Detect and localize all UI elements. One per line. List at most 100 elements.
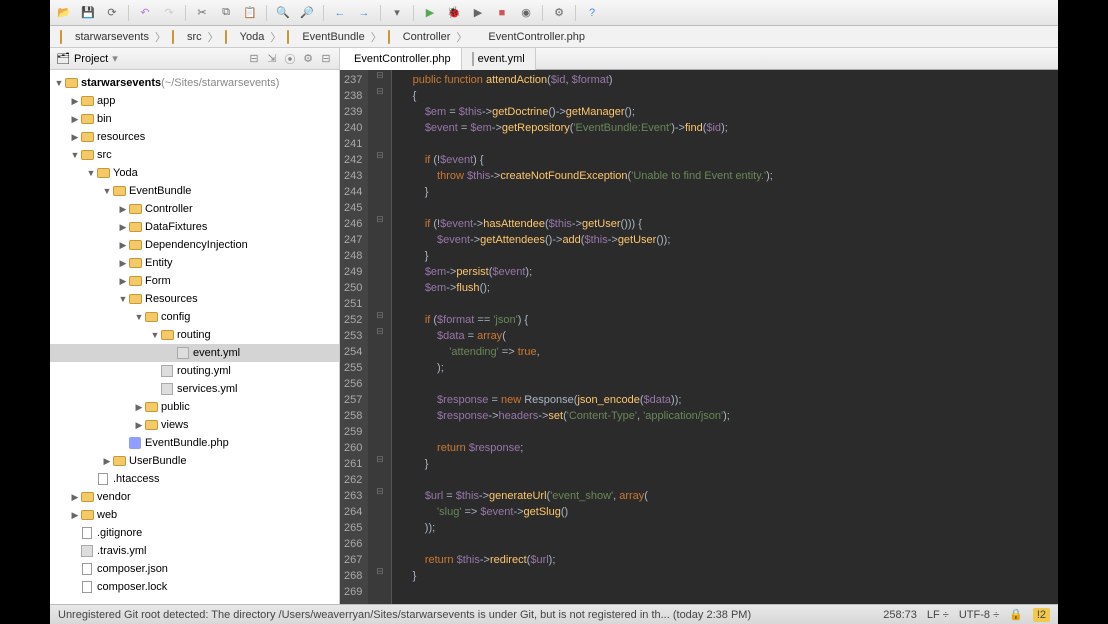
code-line[interactable]: $data = array( (400, 328, 1050, 344)
stop-icon[interactable]: ■ (494, 5, 510, 21)
tree-node[interactable]: ▶Entity (50, 254, 339, 272)
code-line[interactable]: $response = new Response(json_encode($da… (400, 392, 1050, 408)
code-line[interactable]: ); (400, 360, 1050, 376)
tree-node[interactable]: ▼EventBundle (50, 182, 339, 200)
run-icon[interactable]: ▶ (422, 5, 438, 21)
tree-node[interactable]: .gitignore (50, 524, 339, 542)
code-line[interactable]: throw $this->createNotFoundException('Un… (400, 168, 1050, 184)
replace-icon[interactable]: 🔎 (299, 5, 315, 21)
copy-icon[interactable]: ⧉ (218, 5, 234, 21)
fold-marker[interactable] (368, 358, 391, 374)
dropdown-icon[interactable]: ▾ (389, 5, 405, 21)
scroll-icon[interactable]: ⇲ (265, 52, 279, 66)
code-editor[interactable]: 2372382392402412422432442452462472482492… (340, 70, 1058, 604)
fold-marker[interactable]: ⊟ (368, 486, 391, 502)
tree-node[interactable]: ▼Resources (50, 290, 339, 308)
tree-node[interactable]: ▼src (50, 146, 339, 164)
fold-marker[interactable]: ⊟ (368, 310, 391, 326)
coverage-icon[interactable]: ▶ (470, 5, 486, 21)
help-icon[interactable]: ? (584, 5, 600, 21)
code-line[interactable]: )); (400, 520, 1050, 536)
fold-marker[interactable]: ⊟ (368, 214, 391, 230)
debug-icon[interactable]: 🐞 (446, 5, 462, 21)
fold-marker[interactable] (368, 550, 391, 566)
fold-marker[interactable] (368, 278, 391, 294)
code-line[interactable]: 'attending' => true, (400, 344, 1050, 360)
save-icon[interactable]: 💾 (80, 5, 96, 21)
tree-node[interactable]: services.yml (50, 380, 339, 398)
tree-root[interactable]: ▼starwarsevents (~/Sites/starwarsevents) (50, 74, 339, 92)
fold-marker[interactable] (368, 230, 391, 246)
tree-node[interactable]: ▶views (50, 416, 339, 434)
code-line[interactable]: } (400, 184, 1050, 200)
dropdown-icon[interactable]: ▾ (112, 52, 118, 65)
code-line[interactable] (400, 376, 1050, 392)
tree-node[interactable]: ▼routing (50, 326, 339, 344)
fold-gutter[interactable]: ⊟⊟⊟⊟⊟⊟⊟⊟⊟ (368, 70, 392, 604)
fold-marker[interactable] (368, 166, 391, 182)
code-line[interactable]: $response->headers->set('Content-Type', … (400, 408, 1050, 424)
code-line[interactable] (400, 200, 1050, 216)
code-line[interactable]: $event = $em->getRepository('EventBundle… (400, 120, 1050, 136)
fold-marker[interactable] (368, 182, 391, 198)
code-line[interactable]: $em = $this->getDoctrine()->getManager()… (400, 104, 1050, 120)
fold-marker[interactable] (368, 262, 391, 278)
breadcrumb-item[interactable]: Yoda (221, 31, 269, 43)
code-line[interactable] (400, 584, 1050, 600)
code-line[interactable]: { (400, 88, 1050, 104)
breadcrumb-item[interactable]: Controller (384, 31, 455, 43)
redo-icon[interactable]: ↷ (161, 5, 177, 21)
fold-marker[interactable]: ⊟ (368, 454, 391, 470)
fold-marker[interactable] (368, 198, 391, 214)
cut-icon[interactable]: ✂ (194, 5, 210, 21)
paste-icon[interactable]: 📋 (242, 5, 258, 21)
editor-tab[interactable]: event.yml (462, 48, 536, 70)
fold-marker[interactable] (368, 438, 391, 454)
code-line[interactable]: if (!$event->hasAttendee($this->getUser(… (400, 216, 1050, 232)
fold-marker[interactable] (368, 374, 391, 390)
code-line[interactable]: } (400, 568, 1050, 584)
code-line[interactable]: 'slug' => $event->getSlug() (400, 504, 1050, 520)
code-line[interactable] (400, 296, 1050, 312)
tree-node[interactable]: ▶public (50, 398, 339, 416)
forward-icon[interactable]: → (356, 5, 372, 21)
fold-marker[interactable] (368, 518, 391, 534)
gear-icon[interactable]: ⚙ (301, 52, 315, 66)
tree-node[interactable]: ▶app (50, 92, 339, 110)
fold-marker[interactable] (368, 342, 391, 358)
fold-marker[interactable] (368, 406, 391, 422)
breadcrumb-item[interactable]: EventController.php (469, 31, 589, 43)
fold-marker[interactable] (368, 582, 391, 598)
fold-marker[interactable] (368, 470, 391, 486)
tree-node[interactable]: ▶bin (50, 110, 339, 128)
tree-node[interactable]: ▶web (50, 506, 339, 524)
fold-marker[interactable] (368, 246, 391, 262)
breadcrumb-item[interactable]: starwarsevents (56, 31, 153, 43)
code-line[interactable] (400, 136, 1050, 152)
tree-node[interactable]: ▶resources (50, 128, 339, 146)
fold-marker[interactable]: ⊟ (368, 566, 391, 582)
code-line[interactable]: } (400, 456, 1050, 472)
tree-node[interactable]: ▶DependencyInjection (50, 236, 339, 254)
fold-marker[interactable] (368, 502, 391, 518)
code-line[interactable] (400, 424, 1050, 440)
status-message[interactable]: Unregistered Git root detected: The dire… (58, 609, 751, 621)
file-encoding[interactable]: UTF-8 ÷ (959, 609, 999, 621)
code-line[interactable]: if ($format == 'json') { (400, 312, 1050, 328)
code-line[interactable]: if (!$event) { (400, 152, 1050, 168)
fold-marker[interactable] (368, 534, 391, 550)
find-icon[interactable]: 🔍 (275, 5, 291, 21)
tree-node[interactable]: composer.json (50, 560, 339, 578)
tree-node[interactable]: ▼Yoda (50, 164, 339, 182)
fold-marker[interactable]: ⊟ (368, 70, 391, 86)
notification-badge[interactable]: !2 (1033, 608, 1050, 622)
editor-tab[interactable]: EventController.php (340, 48, 462, 70)
code-line[interactable]: $em->flush(); (400, 280, 1050, 296)
tree-node[interactable]: composer.lock (50, 578, 339, 596)
tree-node[interactable]: ▶Form (50, 272, 339, 290)
breadcrumb-item[interactable]: src (168, 31, 206, 43)
fold-marker[interactable] (368, 134, 391, 150)
code-line[interactable]: $url = $this->generateUrl('event_show', … (400, 488, 1050, 504)
hide-icon[interactable]: ⊟ (319, 52, 333, 66)
code-line[interactable]: return $this->redirect($url); (400, 552, 1050, 568)
